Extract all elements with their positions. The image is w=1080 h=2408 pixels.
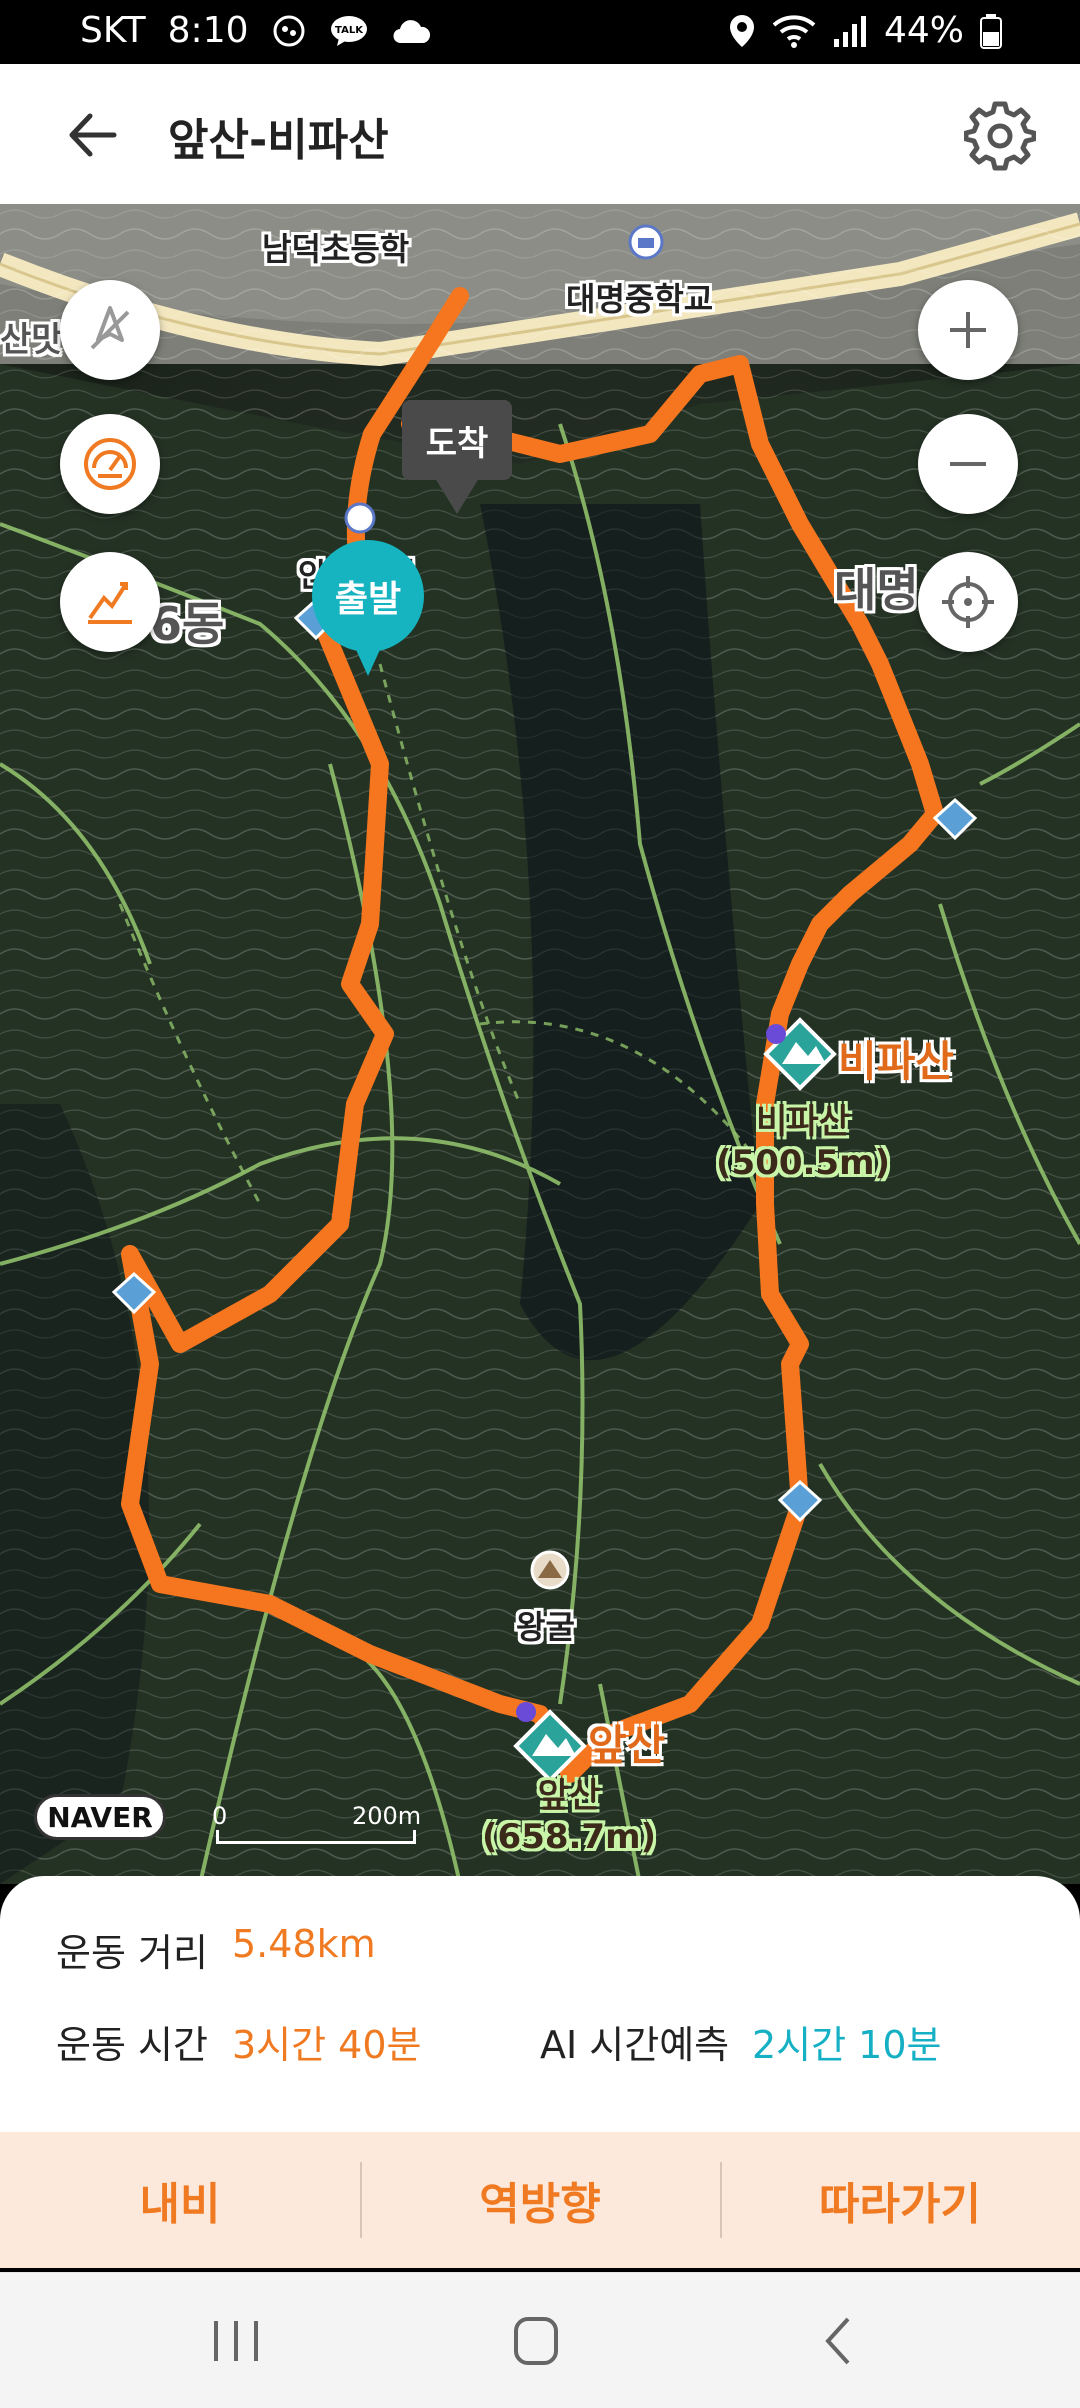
signal-icon	[833, 15, 866, 47]
map-label-cave: 왕굴	[516, 1608, 575, 1646]
plus-icon	[950, 312, 986, 348]
speedometer-icon	[84, 438, 136, 490]
map-label-district-2: 대명	[834, 563, 919, 617]
peak-label-apsan-elevation: (658.7m)	[482, 1816, 657, 1857]
distance-label: 운동 거리	[56, 1931, 208, 1975]
gear-icon[interactable]	[964, 100, 1036, 172]
map-label-district-1: 6동	[150, 597, 225, 651]
my-location-button[interactable]	[918, 552, 1018, 652]
speedometer-button[interactable]	[60, 414, 160, 514]
peak-label-bipasan: 비파산 (500.5m)	[716, 1102, 890, 1184]
map-label-school-1: 남덕초등학	[262, 230, 410, 268]
page-title: 앞산-비파산	[168, 115, 389, 166]
peak-label-apsan-name: 앞산	[537, 1776, 601, 1816]
location-icon	[729, 14, 754, 47]
recents-icon[interactable]	[196, 2311, 276, 2371]
end-pin-label: 도착	[402, 400, 512, 480]
time-value: 3시간 40분	[232, 2023, 422, 2067]
map-label-district-3: 산맛	[0, 320, 63, 360]
ai-time-label: AI 시간예측	[540, 2023, 730, 2067]
action-bar: 내비 역방향 따라가기	[0, 2132, 1080, 2268]
distance-value: 5.48km	[232, 1922, 376, 1966]
scale-start: 0	[212, 1802, 228, 1830]
home-icon[interactable]	[496, 2311, 576, 2371]
end-pin[interactable]: 도착	[402, 400, 512, 520]
peak-label-apsan: 앞산 (658.7m)	[482, 1776, 656, 1858]
clock: 8:10	[167, 10, 249, 51]
map-label-school-2: 대명중학교	[566, 280, 714, 318]
app-bar: 앞산-비파산	[0, 64, 1080, 204]
system-nav-bar	[0, 2272, 1080, 2408]
follow-button[interactable]: 따라가기	[720, 2132, 1080, 2268]
back-icon[interactable]	[800, 2311, 880, 2371]
start-pin[interactable]: 출발	[312, 540, 424, 680]
school-marker	[628, 224, 664, 260]
ai-time-value: 2시간 10분	[752, 2023, 942, 2067]
place-marker	[344, 502, 376, 534]
peak-label-bipasan-name: 비파산	[756, 1102, 850, 1142]
elevation-chart-icon	[88, 582, 132, 624]
crosshair-icon	[942, 576, 994, 628]
status-bar: SKT 8:10 TALK 44%	[0, 0, 1080, 64]
time-label: 운동 시간	[56, 2023, 208, 2067]
compass-toggle-button[interactable]	[60, 280, 160, 380]
peak-name-apsan: 앞산	[588, 1721, 666, 1770]
talk-icon: TALK	[330, 15, 367, 46]
naver-logo: NAVER	[34, 1794, 166, 1840]
wifi-icon	[772, 14, 816, 48]
navi-button[interactable]: 내비	[0, 2132, 360, 2268]
cave-marker	[530, 1550, 570, 1590]
cloud-icon	[392, 19, 430, 43]
elevation-button[interactable]	[60, 552, 160, 652]
route-stats-panel: 운동 거리 5.48km 운동 시간 3시간 40분 AI 시간예측 2시간 1…	[0, 1876, 1080, 2132]
zoom-in-button[interactable]	[918, 280, 1018, 380]
peak-label-bipasan-elevation: (500.5m)	[716, 1142, 891, 1183]
end-pin-tail	[435, 478, 479, 514]
svg-text:TALK: TALK	[335, 25, 364, 36]
map-view[interactable]: 남덕초등학 대명중학교 안지랭이 6동 대명 산맛 왕굴 비파산 비파산 (50…	[0, 204, 1080, 1884]
footprint-icon	[273, 15, 304, 46]
scale-end: 200m	[352, 1802, 422, 1830]
reverse-button[interactable]: 역방향	[360, 2132, 720, 2268]
scale-bar	[216, 1830, 416, 1844]
map-scale: 0 200m	[210, 1802, 422, 1844]
peak-name-bipasan: 비파산	[838, 1037, 954, 1086]
battery-percent: 44%	[883, 10, 964, 51]
back-arrow-icon[interactable]	[58, 100, 128, 170]
compass-off-icon	[90, 306, 130, 350]
battery-icon	[980, 13, 1002, 49]
carrier-label: SKT	[80, 10, 146, 51]
start-pin-tail	[348, 632, 388, 676]
minus-icon	[950, 462, 986, 466]
zoom-out-button[interactable]	[918, 414, 1018, 514]
